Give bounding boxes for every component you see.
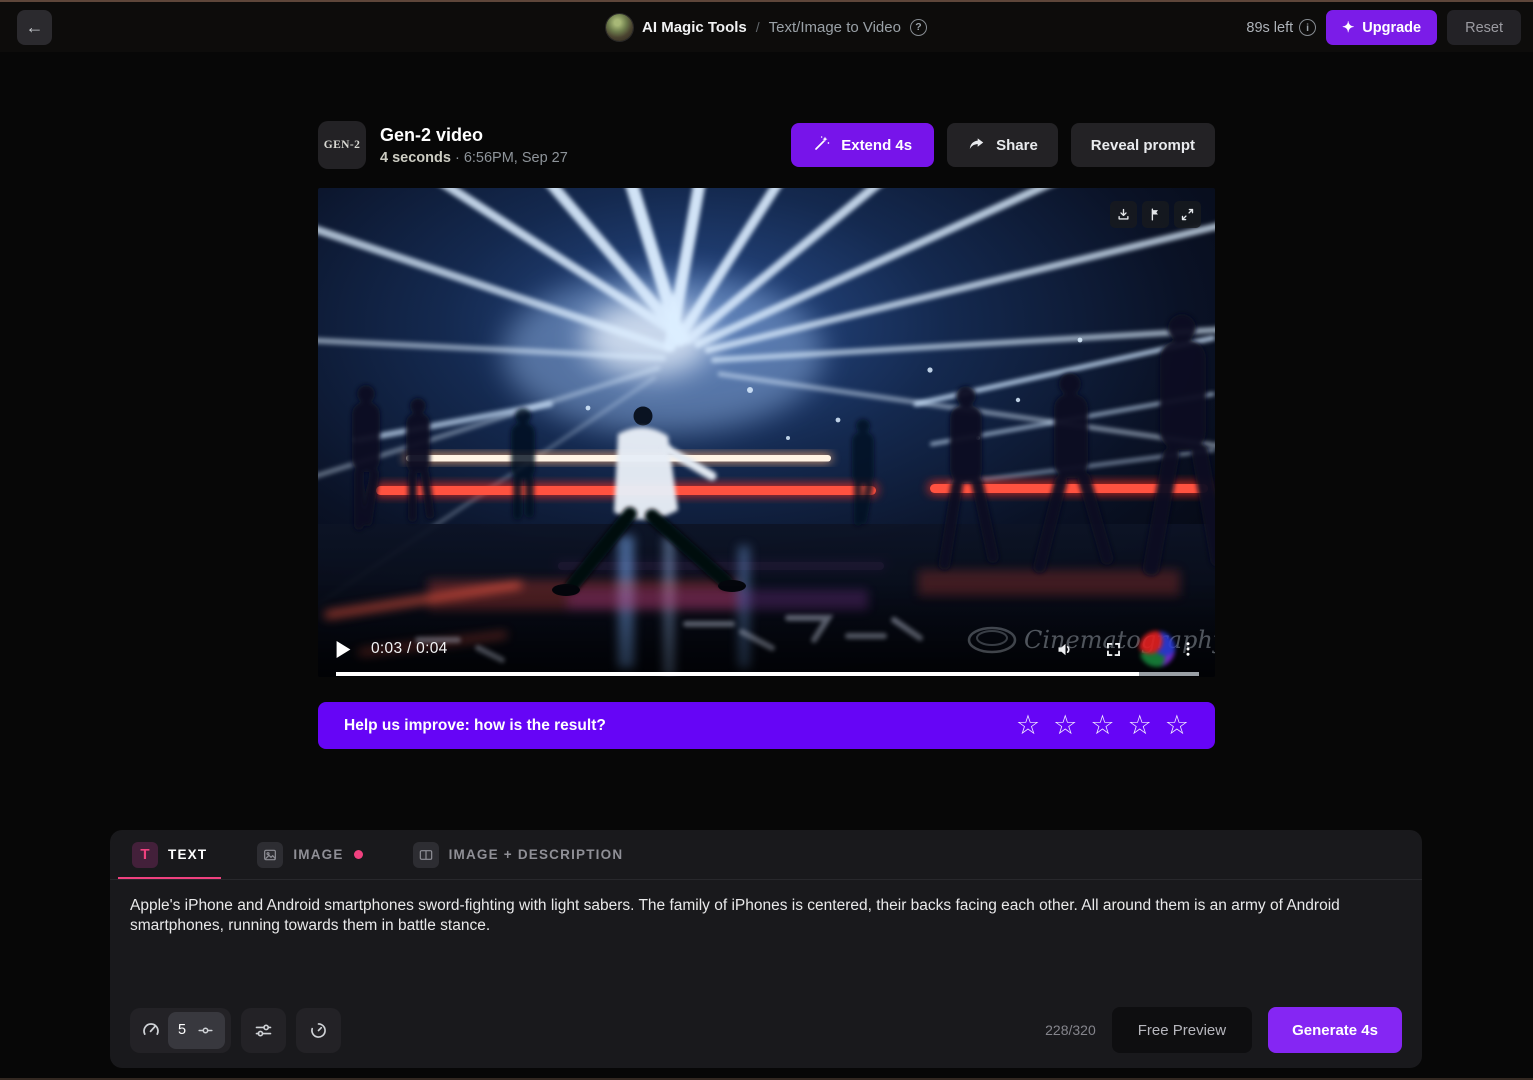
asset-actions: Extend 4s Share Reveal prompt (791, 123, 1215, 167)
subtitle-dot: · (455, 150, 460, 166)
upgrade-label: Upgrade (1362, 20, 1421, 36)
slider-icon (196, 1021, 215, 1040)
top-bar: ← AI Magic Tools / Text/Image to Video ?… (0, 2, 1533, 52)
star-2-icon[interactable]: ☆ (1053, 712, 1077, 739)
tab-text[interactable]: T TEXT (130, 830, 209, 879)
share-label: Share (996, 137, 1038, 154)
sparkle-icon: ✦ (1342, 20, 1354, 36)
asset-duration: 4 seconds (380, 150, 451, 166)
flag-icon (1148, 207, 1163, 222)
volume-icon[interactable] (1055, 639, 1076, 660)
text-tab-label: TEXT (168, 847, 207, 862)
topbar-actions: 89s left i ✦ Upgrade Reset (1246, 10, 1521, 45)
asset-info: Gen-2 video 4 seconds · 6:56PM, Sep 27 (380, 125, 568, 166)
video-progress-bar[interactable] (336, 672, 1199, 676)
prompt-input[interactable]: Apple's iPhone and Android smartphones s… (130, 896, 1382, 936)
reveal-prompt-button[interactable]: Reveal prompt (1071, 123, 1215, 167)
composer-controls: 5 228/320 (130, 1007, 1402, 1053)
star-1-icon[interactable]: ☆ (1016, 712, 1040, 739)
download-icon (1116, 207, 1131, 222)
video-controls: 0:03 / 0:04 (318, 630, 1215, 668)
star-4-icon[interactable]: ☆ (1128, 712, 1152, 739)
image-tab-icon (257, 842, 283, 868)
composer-actions: 228/320 Free Preview Generate 4s (1045, 1007, 1402, 1053)
text-tab-icon: T (132, 842, 158, 868)
asset-title: Gen-2 video (380, 125, 568, 146)
video-time-display: 0:03 / 0:04 (371, 640, 448, 658)
breadcrumb-separator: / (756, 19, 760, 35)
star-3-icon[interactable]: ☆ (1090, 712, 1114, 739)
app-window: ← AI Magic Tools / Text/Image to Video ?… (0, 0, 1533, 1080)
free-preview-button[interactable]: Free Preview (1112, 1007, 1252, 1053)
generate-label: Generate 4s (1292, 1022, 1378, 1039)
gauge-icon (140, 1019, 162, 1041)
reveal-prompt-label: Reveal prompt (1091, 137, 1195, 154)
reset-label: Reset (1465, 20, 1503, 36)
advanced-settings-button[interactable] (241, 1008, 286, 1053)
video-player[interactable]: Cinematography 0:03 / 0:04 (318, 188, 1215, 677)
free-preview-label: Free Preview (1138, 1022, 1226, 1039)
colorwheel-watermark (1139, 631, 1175, 667)
flag-button[interactable] (1142, 201, 1169, 228)
play-button[interactable] (336, 641, 351, 658)
info-icon[interactable]: i (1299, 19, 1316, 36)
video-controls-right (1055, 631, 1197, 667)
image-description-tab-icon (413, 842, 439, 868)
extend-label: Extend 4s (841, 137, 912, 154)
gen2-badge: GEN-2 (318, 121, 366, 169)
extend-button[interactable]: Extend 4s (791, 123, 934, 167)
sliders-icon (253, 1020, 274, 1041)
avatar[interactable] (606, 14, 633, 41)
tab-image[interactable]: IMAGE (255, 830, 364, 879)
image-tab-dot (354, 850, 363, 859)
star-5-icon[interactable]: ☆ (1165, 712, 1189, 739)
upgrade-button[interactable]: ✦ Upgrade (1326, 10, 1437, 45)
asset-timestamp: 6:56PM, Sep 27 (464, 150, 568, 166)
motion-value-box[interactable]: 5 (168, 1012, 225, 1049)
video-progress-fill (336, 672, 1139, 676)
generate-button[interactable]: Generate 4s (1268, 1007, 1402, 1053)
image-description-tab-label: IMAGE + DESCRIPTION (449, 847, 624, 862)
fullscreen-icon[interactable] (1104, 640, 1123, 659)
motion-control[interactable]: 5 (130, 1008, 231, 1053)
image-tab-label: IMAGE (293, 847, 343, 862)
timer-icon (308, 1020, 329, 1041)
page-title: Text/Image to Video (769, 19, 901, 36)
feedback-bar: Help us improve: how is the result? ☆ ☆ … (318, 702, 1215, 749)
video-overlay-actions (1110, 201, 1201, 228)
motion-value: 5 (178, 1022, 186, 1038)
wand-icon (813, 134, 831, 156)
download-button[interactable] (1110, 201, 1137, 228)
reset-button[interactable]: Reset (1447, 10, 1521, 45)
help-icon[interactable]: ? (910, 19, 927, 36)
duration-button[interactable] (296, 1008, 341, 1053)
app-title[interactable]: AI Magic Tools (642, 19, 747, 36)
share-icon (967, 134, 986, 157)
tab-image-description[interactable]: IMAGE + DESCRIPTION (411, 830, 626, 879)
asset-header: GEN-2 Gen-2 video 4 seconds · 6:56PM, Se… (318, 120, 1215, 170)
composer-tabs: T TEXT IMAGE IMAGE + (110, 830, 1422, 880)
credits-remaining: 89s left i (1246, 19, 1316, 36)
star-rating: ☆ ☆ ☆ ☆ ☆ (1016, 712, 1189, 739)
time-left-label: 89s left (1246, 20, 1293, 36)
composer-panel: T TEXT IMAGE IMAGE + (110, 830, 1422, 1068)
expand-button[interactable] (1174, 201, 1201, 228)
expand-icon (1180, 207, 1195, 222)
char-counter: 228/320 (1045, 1022, 1096, 1038)
share-button[interactable]: Share (947, 123, 1058, 167)
overflow-menu-icon[interactable] (1179, 638, 1197, 660)
asset-subtitle: 4 seconds · 6:56PM, Sep 27 (380, 150, 568, 166)
feedback-question: Help us improve: how is the result? (344, 717, 606, 735)
